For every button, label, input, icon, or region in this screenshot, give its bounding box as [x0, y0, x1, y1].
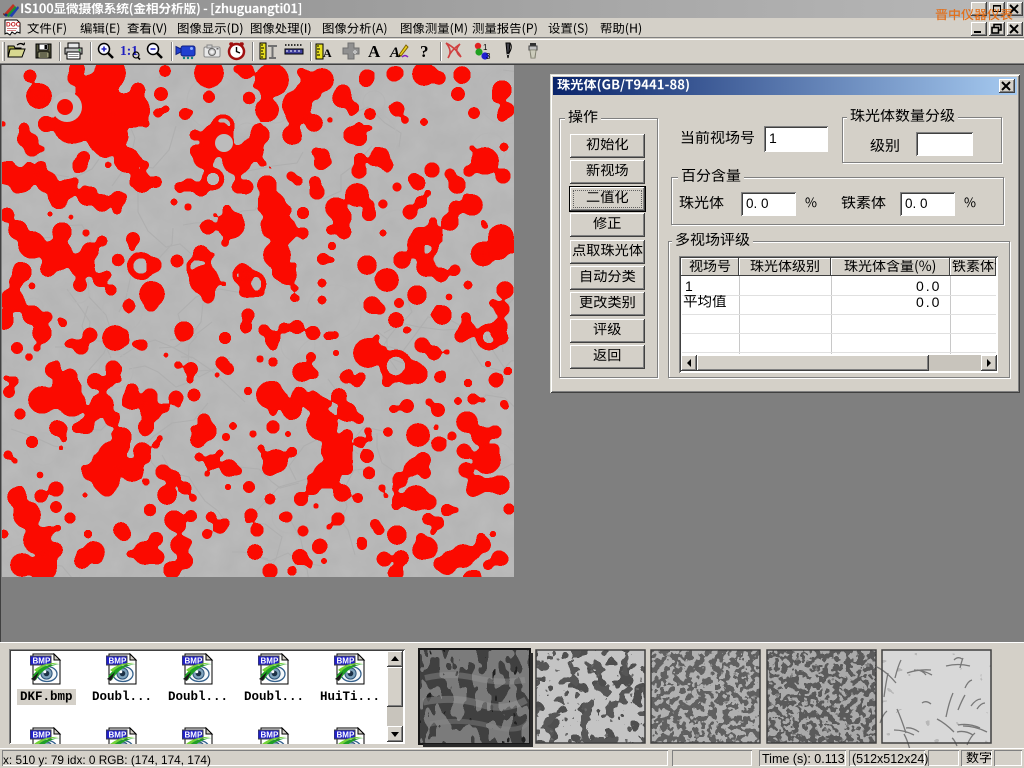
svg-text:?: ? — [420, 42, 429, 61]
svg-text:DOC: DOC — [6, 22, 21, 29]
svg-text:A: A — [389, 45, 400, 61]
svg-text:A: A — [323, 46, 332, 60]
svg-text:A: A — [368, 42, 381, 61]
svg-text:1: 1 — [483, 43, 488, 52]
svg-text:3: 3 — [486, 52, 491, 61]
svg-text:1:1: 1:1 — [120, 43, 138, 58]
